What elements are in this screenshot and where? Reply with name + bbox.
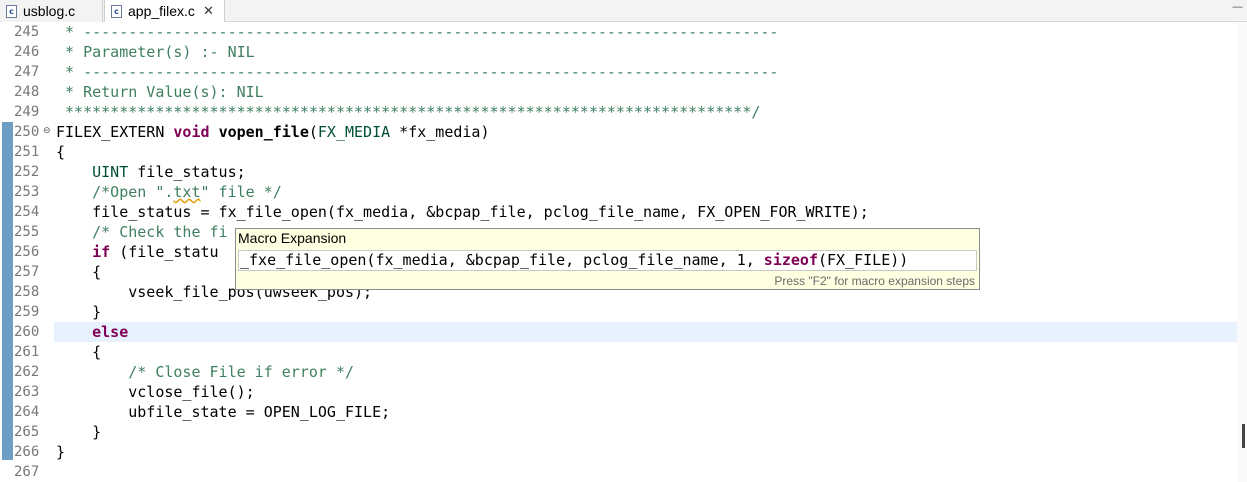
line-number: 255 <box>14 224 40 240</box>
code-text: FILEX_EXTERN void vopen_file(FX_MEDIA *f… <box>56 123 490 141</box>
popup-hint: Press "F2" for macro expansion steps <box>774 274 975 288</box>
code-line[interactable]: 259 } <box>0 302 1247 322</box>
code-line[interactable]: 260 else <box>0 322 1247 342</box>
code-text: /* Close File if error */ <box>56 363 355 381</box>
line-number: 262 <box>14 364 40 380</box>
code-line[interactable]: 249 ************************************… <box>0 102 1247 122</box>
code-text: } <box>56 443 66 461</box>
code-line[interactable]: 250 ⊖ FILEX_EXTERN void vopen_file(FX_MEDI… <box>0 122 1247 142</box>
popup-title: Macro Expansion <box>238 230 347 246</box>
code-line[interactable]: 262 /* Close File if error */ <box>0 362 1247 382</box>
code-text: ubfile_state = OPEN_LOG_FILE; <box>56 403 391 421</box>
line-number: 267 <box>14 464 40 480</box>
line-number: 246 <box>14 44 40 60</box>
line-number: 258 <box>14 284 40 300</box>
line-number: 251 <box>14 144 40 160</box>
minimize-icon[interactable]: — <box>1232 0 1243 13</box>
code-text: if (file_statu <box>92 243 219 261</box>
line-number: 264 <box>14 404 40 420</box>
code-text: UINT file_status; <box>92 163 246 181</box>
line-number: 260 <box>14 324 40 340</box>
line-number: 265 <box>14 424 40 440</box>
vertical-scrollbar[interactable] <box>1237 22 1247 482</box>
code-text: { <box>56 343 102 361</box>
line-number: 256 <box>14 244 40 260</box>
code-text: * Parameter(s) :- NIL <box>56 43 255 61</box>
expansion-text: (FX_FILE)) <box>817 251 909 269</box>
code-text: } <box>56 303 102 321</box>
code-line[interactable]: 251 { <box>0 142 1247 162</box>
line-number: 266 <box>14 444 40 460</box>
code-text: file_status = fx_file_open(fx_media, &bc… <box>56 203 869 221</box>
tab-label: app_filex.c <box>128 3 195 19</box>
code-text: else <box>92 323 129 341</box>
code-text: vclose_file(); <box>56 383 255 401</box>
code-line[interactable]: 267 <box>0 462 1247 482</box>
line-number: 247 <box>14 64 40 80</box>
line-number: 253 <box>14 184 40 200</box>
line-number: 245 <box>14 24 40 40</box>
code-text: } <box>56 423 102 441</box>
code-text: { <box>56 263 102 281</box>
code-line[interactable]: 265 } <box>0 422 1247 442</box>
line-number: 252 <box>14 164 40 180</box>
line-number: 263 <box>14 384 40 400</box>
line-number: 249 <box>14 104 40 120</box>
expansion-keyword: sizeof <box>763 251 818 269</box>
line-number: 248 <box>14 84 40 100</box>
code-line[interactable]: 245 * ----------------------------------… <box>0 22 1247 42</box>
code-line[interactable]: 253 /*Open ".txt" file */ <box>0 182 1247 202</box>
line-number: 254 <box>14 204 40 220</box>
code-line[interactable]: 248 * Return Value(s): NIL <box>0 82 1247 102</box>
close-icon[interactable]: ✕ <box>203 4 214 19</box>
code-line[interactable]: 246 * Parameter(s) :- NIL <box>0 42 1247 62</box>
c-source-file-icon: c <box>6 4 17 18</box>
code-line[interactable]: 247 * ----------------------------------… <box>0 62 1247 82</box>
macro-expansion-popup[interactable]: Macro Expansion _fxe_file_open(fx_media,… <box>235 228 980 290</box>
line-number: 257 <box>14 264 40 280</box>
expansion-text: _fxe_file_open(fx_media, &bcpap_file, pc… <box>240 251 764 269</box>
code-line[interactable]: 252 UINT file_status; <box>0 162 1247 182</box>
tab-app-filex[interactable]: c app_filex.c ✕ <box>104 0 225 22</box>
code-line[interactable]: 266} <box>0 442 1247 462</box>
code-line[interactable]: 264 ubfile_state = OPEN_LOG_FILE; <box>0 402 1247 422</box>
code-text: * --------------------------------------… <box>56 23 779 41</box>
line-number: 259 <box>14 304 40 320</box>
code-line[interactable]: 261 { <box>0 342 1247 362</box>
code-text: { <box>56 143 66 161</box>
scrollbar-thumb[interactable] <box>1242 424 1245 448</box>
c-source-file-icon: c <box>111 4 122 18</box>
tab-label: usblog.c <box>23 3 76 19</box>
code-text: * --------------------------------------… <box>56 63 779 81</box>
tab-usblog[interactable]: c usblog.c <box>0 0 103 22</box>
code-text: ****************************************… <box>56 103 761 121</box>
code-text: /* Check the fi <box>56 223 228 241</box>
line-number: 261 <box>14 344 40 360</box>
code-text: /*Open ".txt" file */ <box>56 183 282 201</box>
editor-tab-bar: c usblog.c c app_filex.c ✕ — <box>0 0 1247 22</box>
code-line[interactable]: 254 file_status = fx_file_open(fx_media,… <box>0 202 1247 222</box>
fold-collapse-icon[interactable]: ⊖ <box>43 126 51 136</box>
macro-expansion-code[interactable]: _fxe_file_open(fx_media, &bcpap_file, pc… <box>238 250 977 271</box>
code-line[interactable]: 263 vclose_file(); <box>0 382 1247 402</box>
code-text: * Return Value(s): NIL <box>56 83 264 101</box>
